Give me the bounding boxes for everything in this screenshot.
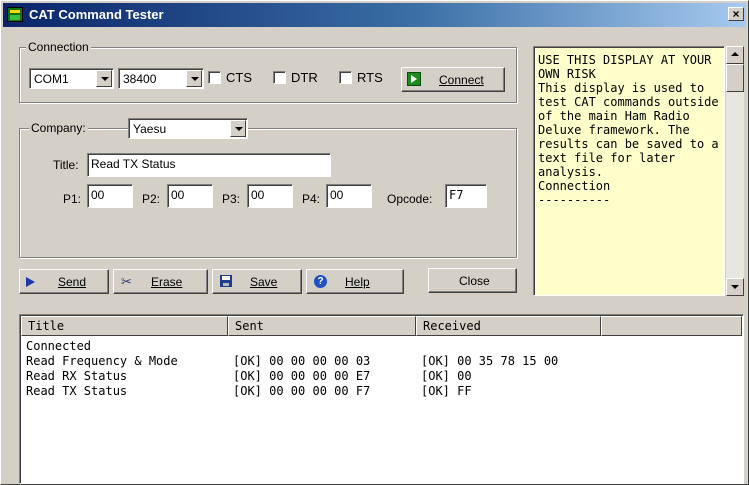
baud-value: 38400: [123, 72, 157, 86]
row-title: Read Frequency & Mode: [26, 354, 178, 368]
dtr-checkbox-box[interactable]: [273, 71, 286, 84]
info-line: USE THIS DISPLAY AT YOUR OWN RISK: [538, 53, 719, 81]
info-scrollbar[interactable]: [726, 46, 744, 296]
scroll-thumb[interactable]: [726, 64, 744, 92]
baud-dropdown-arrow-icon[interactable]: [186, 70, 202, 87]
save-button[interactable]: Save: [212, 269, 302, 294]
p3-input[interactable]: 00: [247, 184, 293, 208]
info-line: Connection: [538, 179, 611, 193]
log-list[interactable]: Title Sent Received Connected Read Frequ…: [19, 314, 744, 484]
info-line: ----------: [538, 193, 611, 207]
company-dropdown-arrow-icon[interactable]: [230, 120, 246, 137]
cts-label: CTS: [226, 70, 252, 85]
row-sent: [OK] 00 00 00 00 E7: [233, 369, 371, 383]
p4-label: P4:: [302, 192, 321, 206]
column-header-received[interactable]: Received: [416, 316, 601, 336]
p3-label: P3:: [222, 192, 241, 206]
dtr-label: DTR: [291, 70, 318, 85]
p4-input[interactable]: 00: [326, 184, 372, 208]
table-row[interactable]: Read RX Status [OK] 00 00 00 00 E7 [OK] …: [26, 369, 472, 384]
column-header-title[interactable]: Title: [21, 316, 228, 336]
erase-label: Erase: [151, 275, 183, 289]
connect-label: Connect: [439, 73, 484, 87]
table-row[interactable]: Connected: [26, 339, 91, 354]
rts-checkbox-box[interactable]: [339, 71, 352, 84]
company-select[interactable]: Yaesu: [128, 118, 248, 139]
row-title: Read RX Status: [26, 369, 128, 383]
port-dropdown-arrow-icon[interactable]: [96, 70, 112, 87]
company-value: Yaesu: [133, 122, 167, 136]
row-sent: [OK] 00 00 00 00 F7: [233, 384, 371, 398]
row-sent: [OK] 00 00 00 00 03: [233, 354, 371, 368]
row-received: [OK] 00 35 78 15 00: [421, 354, 559, 368]
help-button[interactable]: ? Help: [306, 269, 404, 294]
p1-label: P1:: [63, 192, 82, 206]
scissors-icon: ✂: [121, 274, 132, 289]
close-label: Close: [459, 274, 490, 288]
baud-select[interactable]: 38400: [118, 68, 204, 89]
company-label: Company:: [29, 121, 88, 135]
table-row[interactable]: Read TX Status [OK] 00 00 00 00 F7 [OK] …: [26, 384, 472, 399]
window-close-button[interactable]: ×: [728, 7, 744, 21]
connection-legend: Connection: [26, 40, 91, 54]
cat-command-tester-window: CAT Command Tester × Connection COM1 384…: [0, 0, 749, 485]
erase-button[interactable]: ✂ Erase: [113, 269, 208, 294]
row-title: Connected: [26, 339, 92, 353]
rts-checkbox[interactable]: RTS: [339, 70, 391, 86]
row-title: Read TX Status: [26, 384, 128, 398]
title-input[interactable]: Read TX Status: [87, 153, 331, 177]
help-label: Help: [345, 275, 370, 289]
opcode-label: Opcode:: [387, 192, 433, 206]
send-button[interactable]: Send: [19, 269, 109, 294]
row-received: [OK] 00: [421, 369, 472, 383]
send-icon: [26, 277, 35, 287]
info-line: This display is used to test CAT command…: [538, 81, 719, 179]
column-header-sent[interactable]: Sent: [228, 316, 416, 336]
port-select[interactable]: COM1: [29, 68, 114, 89]
port-value: COM1: [34, 72, 69, 86]
close-button[interactable]: Close: [428, 268, 517, 293]
column-header-extra[interactable]: [601, 316, 742, 336]
cts-checkbox-box[interactable]: [208, 71, 221, 84]
row-received: [OK] FF: [421, 384, 472, 398]
save-label: Save: [250, 275, 278, 289]
rts-label: RTS: [357, 70, 383, 85]
help-icon: ?: [314, 275, 327, 288]
connect-button[interactable]: Connect: [401, 67, 505, 92]
cts-checkbox[interactable]: CTS: [208, 70, 258, 86]
p2-label: P2:: [142, 192, 161, 206]
p1-input[interactable]: 00: [87, 184, 133, 208]
table-row[interactable]: Read Frequency & Mode [OK] 00 00 00 00 0…: [26, 354, 558, 369]
p2-input[interactable]: 00: [167, 184, 213, 208]
info-display[interactable]: USE THIS DISPLAY AT YOUR OWN RISK This d…: [533, 46, 725, 296]
dtr-checkbox[interactable]: DTR: [273, 70, 325, 86]
app-icon: [7, 7, 23, 22]
log-header: Title Sent Received: [21, 316, 742, 336]
window-title: CAT Command Tester: [29, 7, 164, 22]
title-label: Title:: [53, 158, 79, 172]
floppy-disk-icon: [220, 275, 232, 287]
scroll-down-icon[interactable]: [726, 278, 744, 296]
title-bar[interactable]: CAT Command Tester ×: [3, 3, 746, 27]
scroll-up-icon[interactable]: [726, 46, 744, 64]
opcode-input[interactable]: F7: [445, 184, 487, 208]
connect-icon: [407, 72, 421, 86]
log-body: Connected Read Frequency & Mode [OK] 00 …: [26, 339, 558, 399]
send-label: Send: [58, 275, 87, 289]
